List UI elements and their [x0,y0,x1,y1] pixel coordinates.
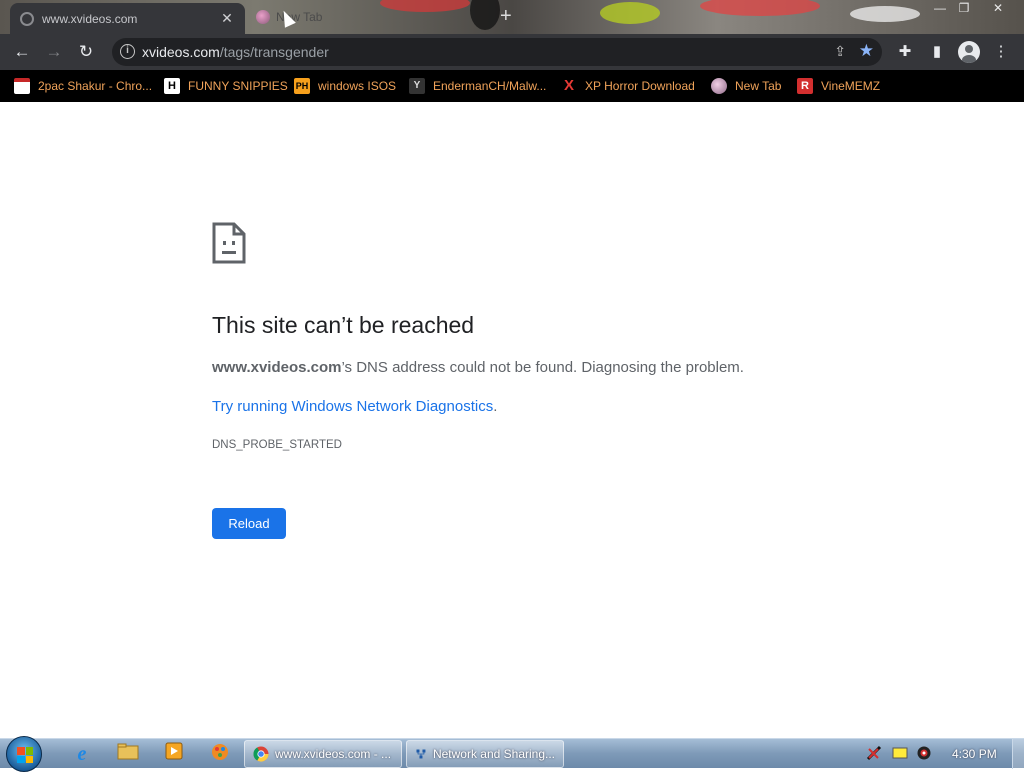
bookmark-label: 2pac Shakur - Chro... [38,79,153,93]
windows-logo-icon [17,747,33,763]
volume-tray-icon[interactable] [916,745,932,761]
system-clock[interactable]: 4:30 PM [952,747,997,761]
bookmark-star-icon[interactable]: ★ [859,41,874,61]
back-arrow-icon[interactable]: ← [11,41,33,63]
taskbar: e www.xvideos.com - ... Network and Shar… [0,736,1024,772]
title-bar: www.xvideos.com ✕ New Tab + — ❐ ✕ [0,0,1024,34]
close-tab-icon[interactable]: ✕ [219,10,235,27]
restore-icon[interactable]: ❐ [952,0,976,18]
file-explorer-icon[interactable] [116,742,140,766]
new-tab-favicon-icon [256,10,270,24]
error-page: This site can’t be reached www.xvideos.c… [0,102,1024,738]
wallpaper-splat [470,0,500,30]
wallpaper-splat [850,6,920,22]
side-panel-icon[interactable]: ▮ [926,41,948,63]
bookmark-label: New Tab [735,79,782,93]
wallpaper-splat [700,0,820,16]
bookmark-label: XP Horror Download [585,79,695,93]
calendar-icon [14,78,30,94]
wallpaper-splat [380,0,470,12]
yp-icon: Y [409,78,425,94]
close-window-icon[interactable]: ✕ [986,0,1010,18]
x-icon: X [563,77,574,94]
start-button[interactable] [6,736,42,772]
extensions-puzzle-icon[interactable]: ✚ [894,41,916,63]
error-description: www.xvideos.com’s DNS address could not … [212,359,744,376]
error-heading: This site can’t be reached [212,312,475,338]
error-description-text: ’s DNS address could not be found. Diagn… [341,359,744,376]
reload-button[interactable]: Reload [212,508,286,539]
share-icon[interactable]: ⇪ [834,43,846,60]
h-icon: H [164,78,180,94]
network-icon [416,749,426,759]
bookmark-label: windows ISOS [318,79,397,93]
address-bar[interactable]: i xvideos.com/tags/transgender ⇪ ★ [112,38,882,66]
url-text[interactable]: xvideos.com/tags/transgender [142,44,329,60]
forward-arrow-icon[interactable]: → [43,41,65,63]
chrome-icon [253,746,269,762]
internet-explorer-icon[interactable]: e [70,742,94,766]
action-center-tray-icon[interactable] [892,745,908,761]
toolbar: ← → ↻ i xvideos.com/tags/transgender ⇪ ★… [0,34,1024,70]
bookmarks-bar: 2pac Shakur - Chro... H FUNNY SNIPPIES P… [0,70,1024,102]
tab-title: www.xvideos.com [42,11,138,26]
ph-icon: PH [294,78,310,94]
profile-avatar-icon[interactable] [958,41,980,63]
reload-icon[interactable]: ↻ [75,41,97,63]
suggestion: Try running Windows Network Diagnostics. [212,398,497,415]
tab-active[interactable]: www.xvideos.com ✕ [10,3,245,34]
new-tab-plus-icon[interactable]: + [500,6,512,26]
loading-favicon-icon [20,11,34,26]
error-code: DNS_PROBE_STARTED [212,439,342,451]
url-path: /tags/transgender [219,44,329,60]
bookmark-new-tab[interactable]: New Tab [711,77,781,95]
bookmark-label: VineMEMZ [821,79,881,93]
wallpaper-splat [600,2,660,24]
sad-page-icon [212,222,246,264]
more-menu-icon[interactable]: ⋮ [990,41,1012,63]
paint-icon[interactable] [208,742,232,766]
bookmark-windows-isos[interactable]: PH windows ISOS [294,77,396,95]
show-desktop-button[interactable] [1012,739,1024,769]
network-error-tray-icon[interactable] [866,745,882,761]
new-tab-icon [711,78,727,94]
bookmark-2pac[interactable]: 2pac Shakur - Chro... [14,77,152,95]
bookmark-xp-horror[interactable]: X XP Horror Download [561,77,695,95]
media-player-icon[interactable] [162,742,186,766]
bookmark-funny-snippies[interactable]: H FUNNY SNIPPIES [164,77,288,95]
bookmark-label: FUNNY SNIPPIES [188,79,288,93]
bookmark-endermanch[interactable]: Y EndermanCH/Malw... [409,77,546,95]
network-diagnostics-link[interactable]: Try running Windows Network Diagnostics [212,398,493,415]
taskbar-chrome-window[interactable]: www.xvideos.com - ... [244,740,402,768]
site-info-icon[interactable]: i [120,44,135,59]
bookmark-vinememz[interactable]: R VineMEMZ [797,77,880,95]
task-label: www.xvideos.com - ... [275,747,392,761]
url-host: xvideos.com [142,44,220,60]
task-label: Network and Sharing... [432,747,555,761]
taskbar-network-window[interactable]: Network and Sharing... [406,740,564,768]
r-icon: R [797,78,813,94]
bookmark-label: EndermanCH/Malw... [433,79,547,93]
error-host: www.xvideos.com [212,359,342,376]
minimize-icon[interactable]: — [928,0,952,18]
suggestion-tail: . [493,398,498,415]
